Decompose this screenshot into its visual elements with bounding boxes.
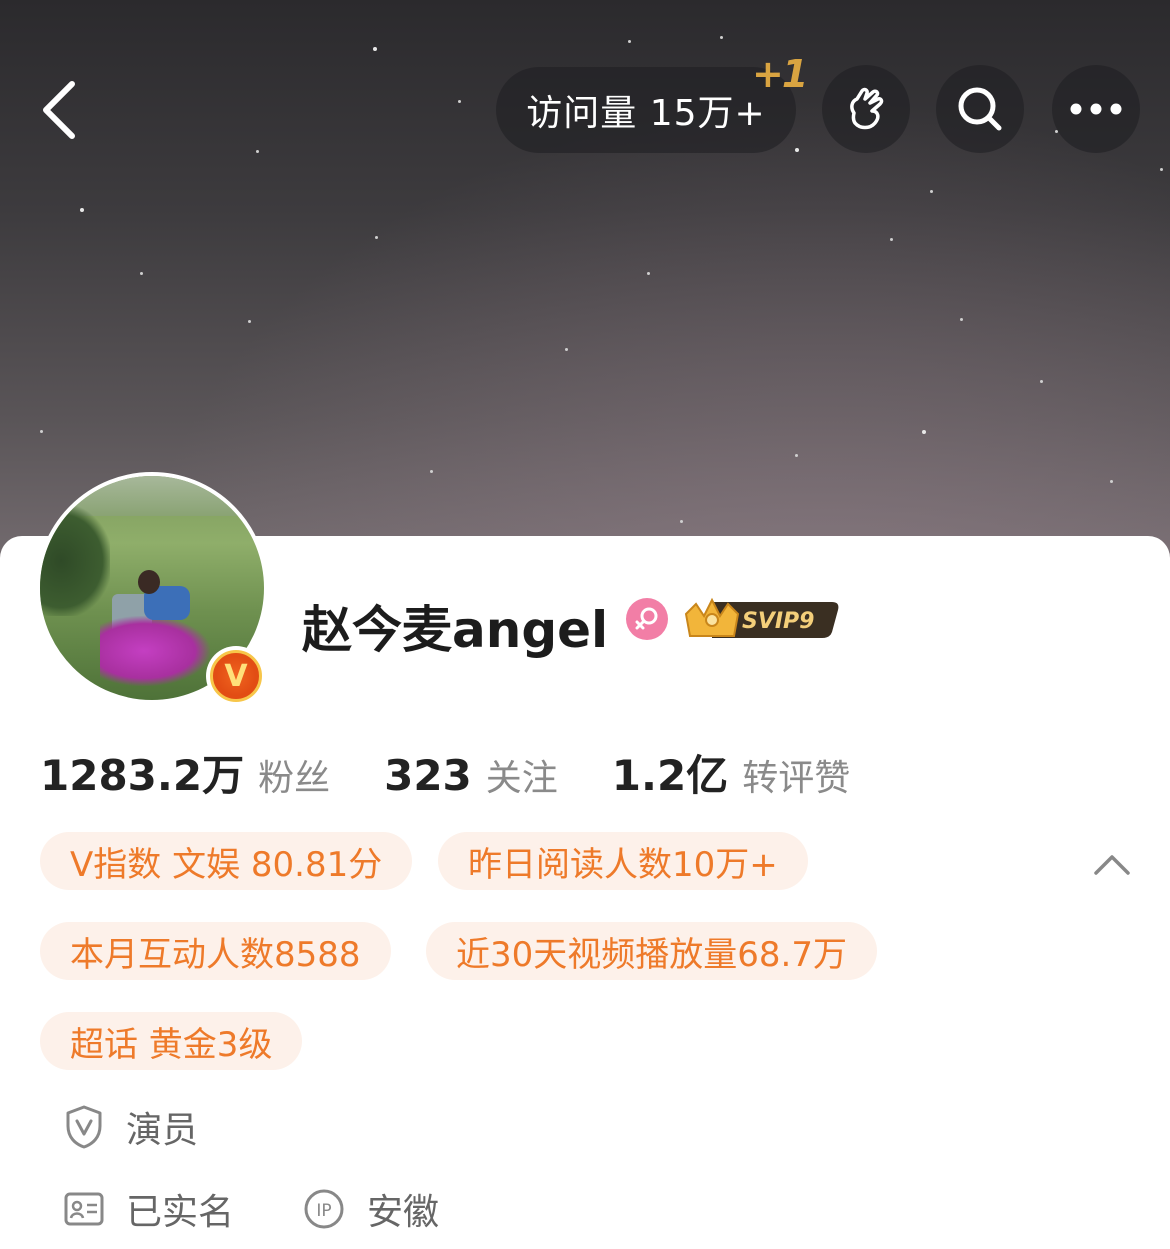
stat-value: 1283.2万 [40, 751, 245, 800]
female-icon [626, 598, 668, 640]
shield-icon [66, 1105, 102, 1149]
search-icon [958, 87, 1002, 131]
stat-following[interactable]: 323 关注 [384, 749, 558, 801]
verified-v-icon: V [210, 650, 262, 702]
tag-v-index[interactable]: V指数 文娱 80.81分 [40, 832, 413, 890]
real-name-row: 已实名 [64, 1183, 234, 1235]
stat-label: 转评赞 [742, 758, 851, 799]
stat-label: 关注 [485, 758, 558, 799]
visits-label: 访问量 15万+ [526, 93, 766, 134]
crown-icon: SVIP9 [684, 597, 839, 638]
svip-label: SVIP9 [742, 609, 815, 634]
visits-counter[interactable]: 访问量 15万+ [496, 67, 796, 153]
ip-location-row: IP 安徽 [303, 1183, 439, 1235]
tag-video-plays[interactable]: 近30天视频播放量68.7万 [426, 922, 877, 980]
hand-icon [850, 87, 884, 130]
visits-increment: +1 [752, 52, 808, 96]
tag-super-topic[interactable]: 超话 黄金3级 [40, 1012, 303, 1070]
stat-value: 323 [384, 751, 472, 800]
stat-label: 粉丝 [258, 758, 331, 799]
tag-monthly-interactions[interactable]: 本月互动人数8588 [40, 922, 391, 980]
profile-stats: 1283.2万 粉丝 323 关注 1.2亿 转评赞 [40, 742, 850, 803]
greet-button[interactable] [822, 65, 910, 153]
chevron-up-icon[interactable] [1090, 845, 1134, 881]
stat-followers[interactable]: 1283.2万 粉丝 [40, 742, 330, 803]
search-button[interactable] [936, 65, 1024, 153]
more-icon [1070, 103, 1122, 115]
tag-daily-readers[interactable]: 昨日阅读人数10万+ [438, 832, 808, 890]
stat-interactions[interactable]: 1.2亿 转评赞 [612, 742, 850, 803]
verified-badge: V [206, 646, 266, 706]
real-name-text: 已实名 [126, 1192, 235, 1233]
stat-value: 1.2亿 [611, 751, 729, 800]
username: 赵今麦angel [302, 601, 609, 659]
svg-text:IP: IP [316, 1201, 331, 1221]
occupation-row: 演员 [64, 1101, 198, 1153]
occupation-text: 演员 [126, 1110, 199, 1151]
ip-icon: IP [304, 1189, 344, 1229]
more-button[interactable] [1052, 65, 1140, 153]
back-button[interactable] [28, 70, 88, 150]
id-card-icon [64, 1192, 104, 1226]
ip-location-text: 安徽 [367, 1192, 440, 1233]
svip-badge[interactable]: SVIP9 [682, 592, 844, 642]
back-icon [43, 81, 75, 139]
